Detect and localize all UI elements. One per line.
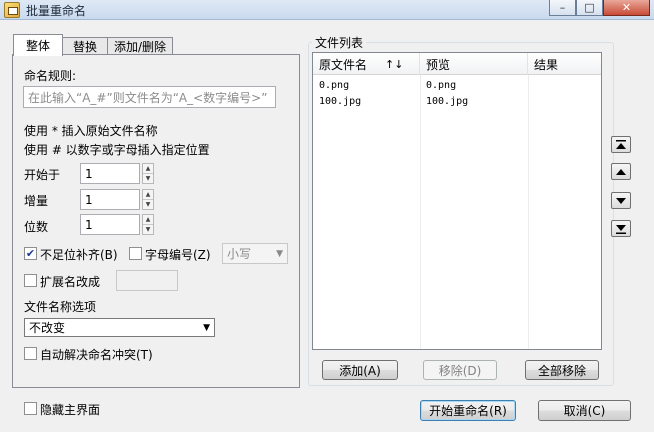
column-result[interactable]: 结果 (528, 53, 601, 75)
tab-replace[interactable]: 替换 (62, 37, 108, 55)
maximize-button[interactable]: □ (576, 0, 603, 16)
row-preview: 0.png (426, 80, 457, 91)
alpha-checkbox[interactable] (129, 247, 142, 260)
move-up-button[interactable] (611, 163, 631, 180)
digits-input[interactable]: 1 (80, 214, 140, 235)
hint-insert-number: 使用 # 以数字或字母插入指定位置 (24, 143, 210, 157)
remove-button[interactable]: 移除(D) (423, 360, 497, 380)
hint-insert-name: 使用 * 插入原始文件名称 (24, 124, 158, 138)
move-down-button[interactable] (611, 192, 631, 209)
close-button[interactable]: ✕ (603, 0, 650, 16)
file-list-title: 文件列表 (312, 34, 367, 51)
start-input[interactable]: 1 (80, 163, 140, 184)
step-label: 增量 (24, 194, 49, 208)
chevron-down-icon: ▼ (203, 322, 210, 333)
start-rename-button[interactable]: 开始重命名(R) (420, 400, 516, 421)
alpha-label: 字母编号(Z) (145, 248, 211, 262)
move-top-icon (616, 139, 626, 149)
file-list-header: 原文件名 ↑↓ 预览 结果 (313, 53, 601, 75)
hide-main-label: 隐藏主界面 (40, 403, 101, 417)
ext-checkbox[interactable] (24, 274, 37, 287)
tab-add-delete[interactable]: 添加/删除 (107, 37, 173, 55)
move-bottom-button[interactable] (611, 220, 631, 237)
pad-label: 不足位补齐(B) (40, 248, 118, 262)
tab-general[interactable]: 整体 (13, 34, 63, 56)
digits-spinner[interactable]: ▲ ▼ (142, 214, 154, 235)
ext-label: 扩展名改成 (40, 275, 101, 289)
step-input[interactable]: 1 (80, 189, 140, 210)
sort-icon: ↑↓ (385, 57, 404, 71)
name-option-label: 文件名称选项 (24, 300, 97, 314)
move-bottom-icon (616, 224, 626, 234)
column-divider (528, 75, 529, 349)
minimize-button[interactable]: – (549, 0, 576, 16)
move-top-button[interactable] (611, 136, 631, 153)
move-down-icon (616, 197, 626, 204)
chevron-down-icon: ▼ (276, 248, 283, 259)
row-preview: 100.jpg (426, 96, 469, 107)
name-option-select[interactable]: 不改变 ▼ (24, 318, 215, 337)
hide-main-checkbox[interactable] (24, 402, 37, 415)
add-button[interactable]: 添加(A) (322, 360, 398, 380)
app-icon (4, 2, 20, 18)
ext-input[interactable] (116, 270, 178, 291)
column-preview[interactable]: 预览 (420, 53, 528, 75)
conflict-checkbox[interactable] (24, 347, 37, 360)
rule-input[interactable]: 在此输入“A_#”则文件名为“A_<数字编号>” (23, 86, 276, 108)
digits-label: 位数 (24, 220, 49, 234)
window-title: 批量重命名 (26, 4, 87, 18)
remove-all-button[interactable]: 全部移除 (525, 360, 599, 380)
check-mark-icon: ✔ (25, 247, 36, 260)
move-up-icon (616, 168, 626, 175)
row-original[interactable]: 0.png (319, 80, 349, 91)
row-original[interactable]: 100.jpg (319, 96, 361, 107)
start-spinner[interactable]: ▲ ▼ (142, 163, 154, 184)
case-select-value: 小写 (227, 247, 252, 261)
case-select[interactable]: 小写 ▼ (222, 243, 288, 264)
conflict-label: 自动解决命名冲突(T) (40, 348, 153, 362)
column-original[interactable]: 原文件名 ↑↓ (313, 53, 420, 75)
column-divider (420, 75, 421, 349)
step-spinner[interactable]: ▲ ▼ (142, 189, 154, 210)
cancel-button[interactable]: 取消(C) (538, 400, 631, 421)
start-label: 开始于 (24, 168, 61, 182)
rule-label: 命名规则: (24, 69, 77, 83)
pad-checkbox[interactable]: ✔ (24, 247, 37, 260)
name-option-value: 不改变 (29, 321, 66, 335)
